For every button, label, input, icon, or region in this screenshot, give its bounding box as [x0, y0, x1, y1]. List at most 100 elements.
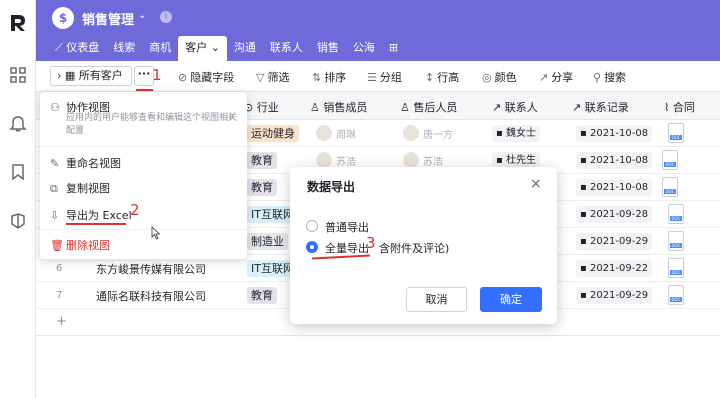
column-header-record[interactable]: ↗ 联系记录 — [572, 99, 629, 115]
close-icon[interactable]: × — [530, 176, 542, 192]
template-icon[interactable] — [9, 212, 27, 230]
mouse-cursor-icon — [151, 226, 161, 240]
record-link[interactable]: ▪ 2021-10-08 — [576, 125, 653, 142]
tab-public-pool[interactable]: 公海 — [346, 36, 382, 61]
annotation-underline — [66, 223, 126, 225]
record-link[interactable]: ▪ 2021-09-29 — [576, 233, 653, 250]
table-icon: ▦ — [64, 69, 76, 82]
record-link[interactable]: ▪ 2021-10-08 — [576, 179, 653, 196]
grid-apps-icon[interactable] — [9, 66, 27, 84]
industry-tag: 教育 — [247, 287, 277, 304]
menu-item-rename-view[interactable]: ✎ 重命名视图 — [50, 155, 121, 171]
cancel-button[interactable]: 取消 — [406, 287, 467, 312]
record-link[interactable]: ▪ 2021-10-08 — [576, 152, 653, 169]
tab-customers[interactable]: 客户 ⌄ — [178, 36, 227, 61]
app-title[interactable]: 销售管理 — [82, 9, 134, 28]
palette-icon: ◎ — [482, 71, 492, 84]
row-height-icon: ↕ — [425, 71, 435, 84]
tab-opportunities[interactable]: 商机 — [142, 36, 178, 61]
chevron-right-icon: › — [228, 110, 233, 123]
group-icon: ☰ — [367, 71, 377, 84]
hide-fields-button[interactable]: ⊘ 隐藏字段 — [178, 69, 234, 85]
industry-tag: 运动健身 — [247, 125, 299, 142]
column-header-contact[interactable]: ↗ 联系人 — [492, 99, 538, 115]
dollar-circle-icon: $ — [52, 7, 74, 29]
download-icon: ⇩ — [50, 209, 60, 222]
tab-leads[interactable]: 线索 — [106, 36, 142, 61]
chevron-down-icon: ⌄ — [207, 41, 220, 54]
industry-tag: 教育 — [247, 152, 277, 169]
view-more-button[interactable]: ··· — [134, 66, 154, 86]
column-header-sales[interactable]: ♙ 销售成员 — [310, 99, 367, 115]
menu-item-export-excel[interactable]: ⇩ 导出为 Excel — [50, 207, 132, 223]
chevron-down-icon[interactable]: ⌄ — [138, 10, 146, 21]
filter-button[interactable]: ▽ 筛选 — [256, 69, 289, 85]
annotation-number-1: 1 — [152, 66, 162, 84]
group-button[interactable]: ☰ 分组 — [367, 69, 402, 85]
row-height-button[interactable]: ↕ 行高 — [425, 69, 459, 85]
column-header-industry[interactable]: ⊙ 行业 — [244, 99, 279, 115]
edit-icon: ✎ — [50, 157, 60, 170]
search-button[interactable]: ⚲ 搜索 — [593, 69, 626, 85]
add-tab-icon[interactable]: ⊞ — [382, 36, 405, 61]
radio-normal-export[interactable] — [306, 220, 318, 232]
tab-contacts[interactable]: 联系人 — [263, 36, 310, 61]
document-icon[interactable]: DOC — [668, 285, 684, 305]
app-logo-icon[interactable] — [7, 12, 29, 34]
search-icon: ⚲ — [593, 71, 602, 84]
annotation-underline — [311, 254, 371, 260]
users-icon: ⚇ — [50, 101, 60, 114]
document-icon[interactable]: DOC — [668, 258, 684, 278]
avatar — [403, 152, 419, 168]
bell-icon[interactable] — [9, 115, 27, 133]
info-icon[interactable]: i — [160, 11, 172, 23]
tab-sales[interactable]: 销售 — [310, 36, 346, 61]
sales-member: 周琳 — [316, 125, 356, 142]
sort-button[interactable]: ⇅ 排序 — [312, 69, 346, 85]
menu-item-delete-view[interactable]: 🗑 删除视图 — [50, 237, 110, 253]
after-sales-member: 唐一方 — [403, 125, 453, 142]
tab-bar: ⟋ 仪表盘 线索 商机 客户 ⌄ 沟通 联系人 销售 公海 ⊞ — [48, 36, 405, 61]
industry-tag: 教育 — [247, 179, 277, 196]
share-button[interactable]: ↗ 分享 — [539, 69, 573, 85]
person-icon: ♙ — [310, 101, 324, 114]
radio-full-export[interactable] — [306, 241, 318, 253]
row-number: 6 — [56, 263, 63, 274]
annotation-number-3: 3 — [366, 234, 376, 252]
confirm-button[interactable]: 确定 — [480, 287, 542, 312]
annotation-underline — [136, 89, 153, 91]
column-header-contract[interactable]: ⌇ 合同 — [664, 99, 695, 115]
customer-name: 东方峻景传媒有限公司 — [96, 263, 206, 276]
radio-label-normal[interactable]: 普通导出 — [325, 219, 369, 235]
record-link[interactable]: ▪ 2021-09-28 — [576, 206, 653, 223]
document-icon[interactable]: DOC — [668, 231, 684, 251]
radio-label-full[interactable]: 全量导出 含附件及评论) — [325, 240, 449, 256]
column-header-after-sales[interactable]: ♙ 售后人员 — [400, 99, 457, 115]
eye-off-icon: ⊘ — [178, 71, 188, 84]
view-switcher[interactable]: › ▦ 所有客户 — [50, 66, 132, 86]
chevron-right-icon: › — [57, 69, 62, 82]
add-row-icon[interactable]: + — [56, 314, 67, 329]
color-button[interactable]: ◎ 颜色 — [482, 69, 517, 85]
record-link[interactable]: ▪ 2021-09-29 — [576, 287, 653, 304]
avatar — [403, 125, 419, 141]
document-icon[interactable]: DOC — [662, 150, 678, 170]
tab-dashboard[interactable]: ⟋ 仪表盘 — [48, 36, 106, 61]
menu-item-description: 应用内的用户能够查看和编辑这个视图相关配置 — [66, 113, 238, 136]
view-more-menu: ⚇ 协作视图 应用内的用户能够查看和编辑这个视图相关配置 › ✎ 重命名视图 ⧉ 复制… — [40, 92, 247, 259]
person-icon: ♙ — [400, 101, 414, 114]
menu-item-copy-view[interactable]: ⧉ 复制视图 — [50, 180, 110, 196]
contact-link[interactable]: ▪ 魏女士 — [492, 125, 540, 142]
avatar — [316, 152, 332, 168]
copy-icon: ⧉ — [50, 182, 58, 195]
tab-communication[interactable]: 沟通 — [227, 36, 263, 61]
document-icon[interactable]: DOC — [662, 177, 678, 197]
share-icon: ↗ — [539, 71, 549, 84]
bookmark-icon[interactable] — [9, 163, 27, 181]
document-icon[interactable]: DOC — [668, 123, 684, 143]
chart-icon: ⟋ — [55, 41, 67, 54]
sort-icon: ⇅ — [312, 71, 322, 84]
record-link[interactable]: ▪ 2021-09-22 — [576, 260, 653, 277]
attachment-icon: ⌇ — [664, 101, 673, 114]
document-icon[interactable]: DOC — [668, 204, 684, 224]
